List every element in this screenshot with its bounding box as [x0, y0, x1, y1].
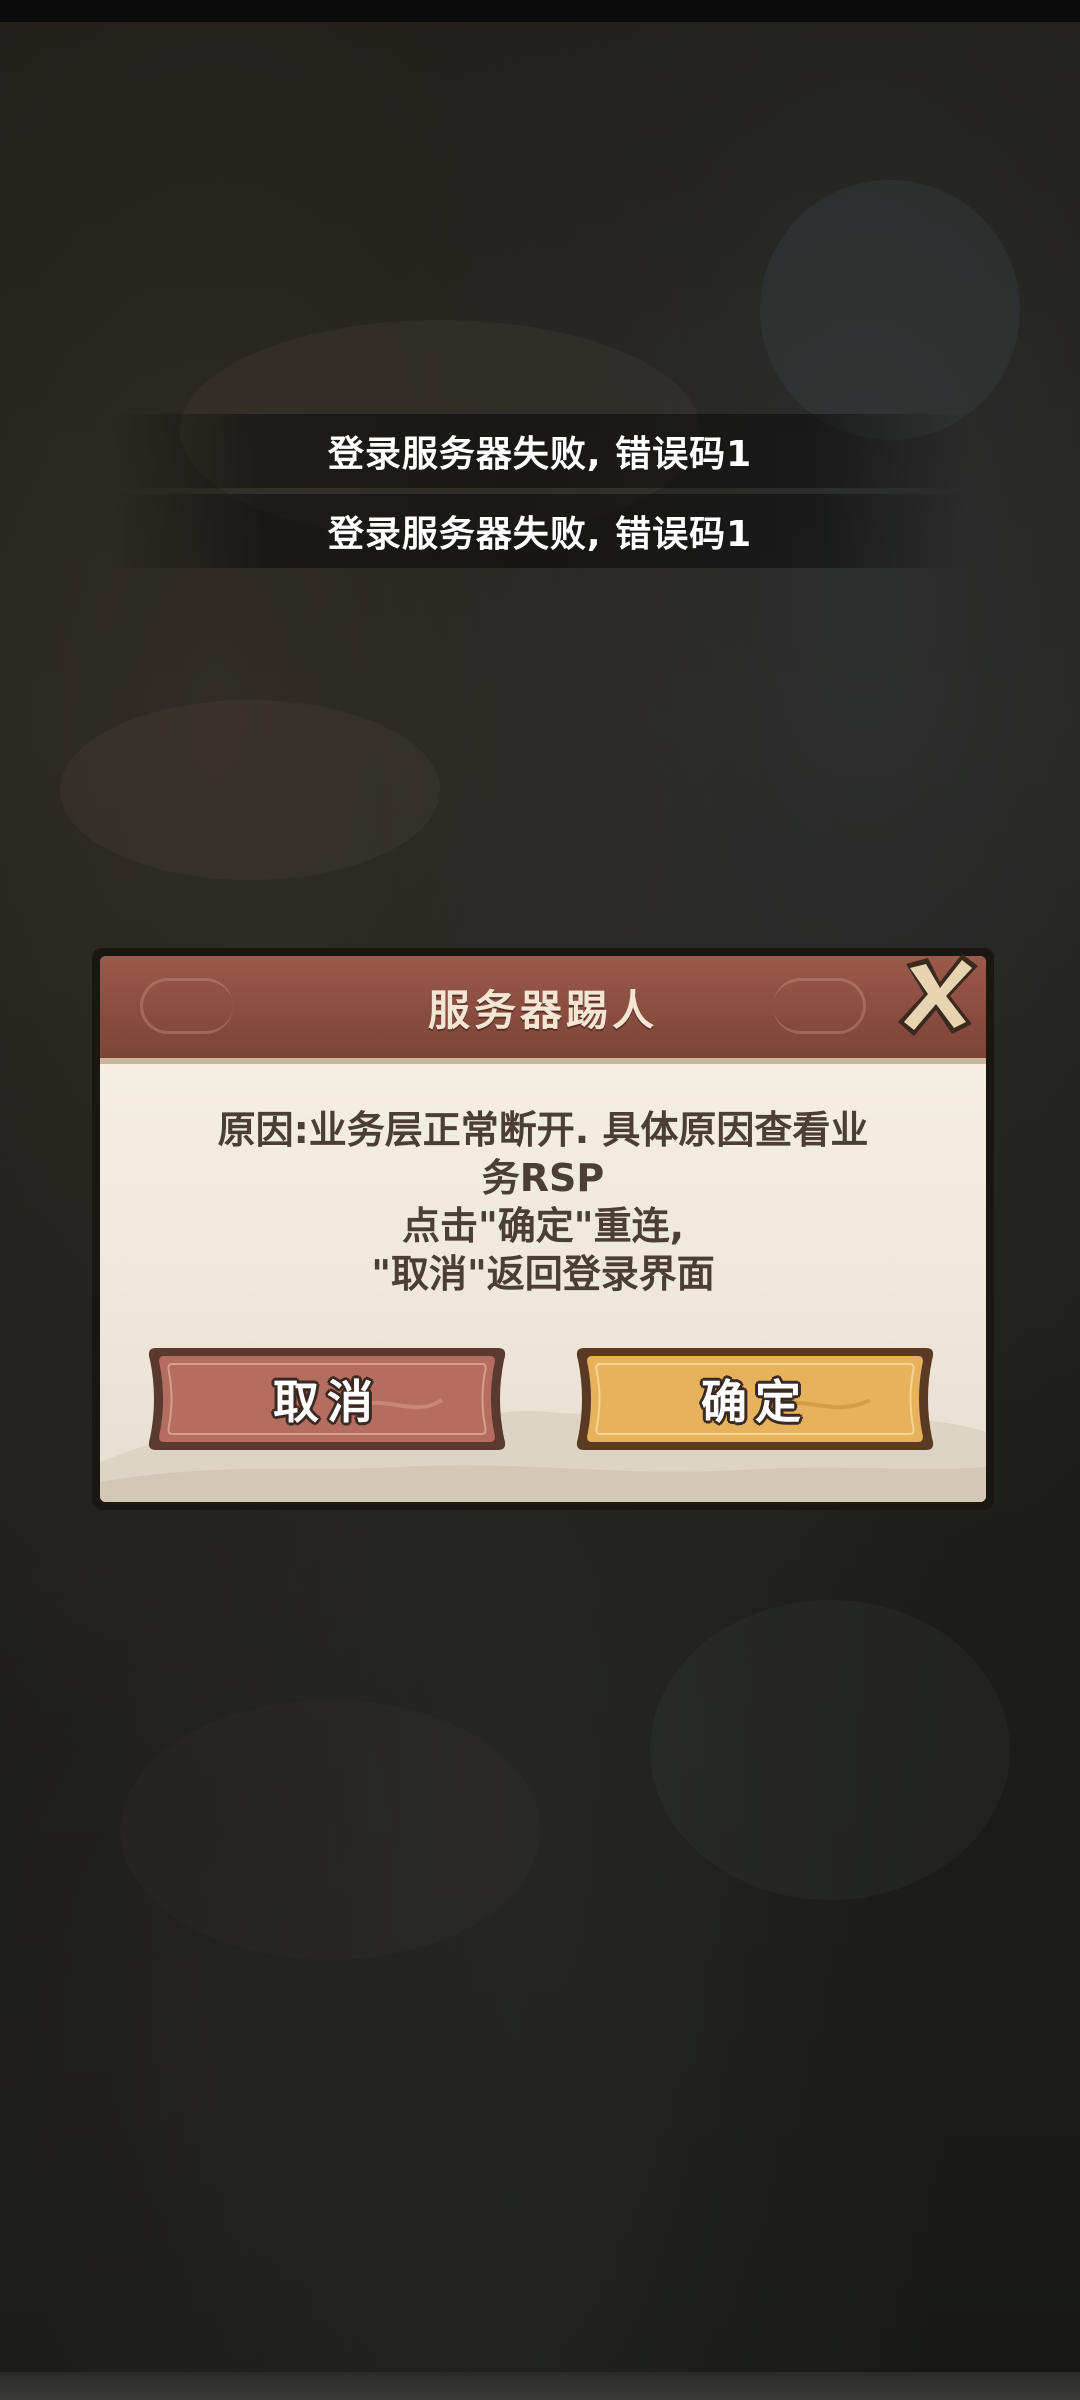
- error-toast: 登录服务器失败, 错误码1: [110, 494, 970, 568]
- cancel-label: 取消: [273, 1375, 381, 1429]
- game-screen: 登录服务器失败, 错误码1 登录服务器失败, 错误码1 服务器踢人 原因:业务层…: [0, 0, 1080, 2400]
- error-toast: 登录服务器失败, 错误码1: [110, 414, 970, 488]
- background-scenery: [60, 700, 440, 880]
- dialog-panel: 服务器踢人 原因:业务层正常断开. 具体原因查看业 务RSP 点击"确定"重连,…: [100, 956, 986, 1502]
- dialog-title: 服务器踢人: [427, 985, 658, 1035]
- close-button[interactable]: [888, 944, 988, 1044]
- background-scenery: [760, 180, 1020, 440]
- kick-dialog: 服务器踢人 原因:业务层正常断开. 具体原因查看业 务RSP 点击"确定"重连,…: [92, 948, 994, 1510]
- message-line: 务RSP: [481, 1156, 605, 1200]
- message-line: "取消"返回登录界面: [371, 1252, 715, 1296]
- toast-text: 登录服务器失败, 错误码1: [327, 514, 753, 555]
- message-line: 原因:业务层正常断开. 具体原因查看业: [217, 1108, 869, 1152]
- confirm-button[interactable]: 确定: [570, 1340, 940, 1458]
- toast-text: 登录服务器失败, 错误码1: [327, 434, 753, 475]
- background-scenery: [650, 1600, 1010, 1900]
- close-x-icon: [898, 954, 978, 1036]
- cancel-button[interactable]: 取消: [142, 1340, 512, 1458]
- navigation-bar: [0, 2372, 1080, 2400]
- background-scenery: [120, 1700, 540, 1960]
- message-line: 点击"确定"重连,: [401, 1204, 685, 1248]
- dialog-header: 服务器踢人: [100, 956, 986, 1064]
- confirm-label: 确定: [701, 1375, 809, 1429]
- dialog-message: 原因:业务层正常断开. 具体原因查看业 务RSP 点击"确定"重连, "取消"返…: [150, 1106, 936, 1298]
- status-bar: [0, 0, 1080, 22]
